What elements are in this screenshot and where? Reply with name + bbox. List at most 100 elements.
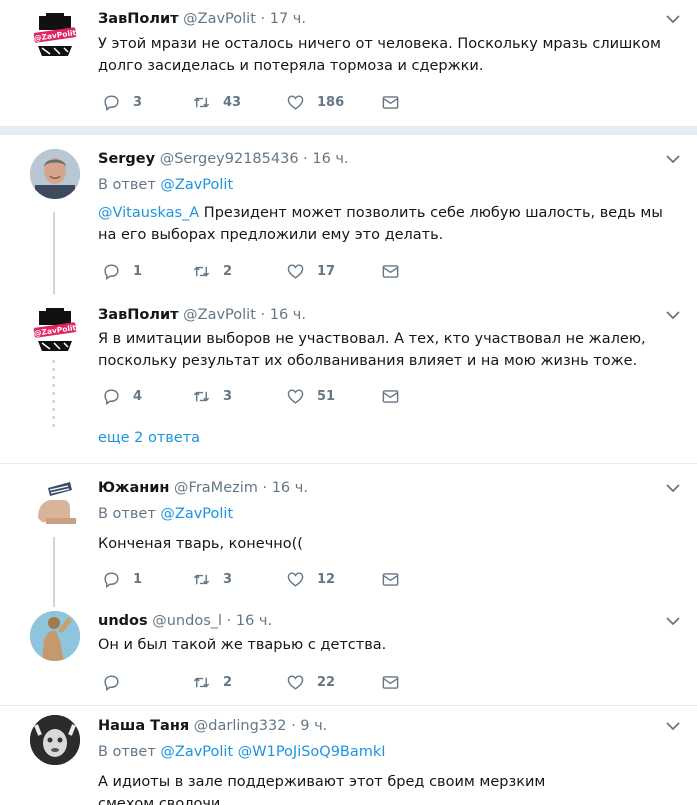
retweet-icon [193, 677, 210, 687]
tweet-header: ЗавПолит @ZavPolit · 16 ч. [98, 305, 306, 325]
show-more-replies-link[interactable]: еще 2 ответа [98, 428, 200, 448]
chevron-down-icon[interactable] [666, 310, 680, 320]
reply-icon [104, 94, 119, 111]
user-handle[interactable]: @ZavPolit [183, 11, 256, 27]
thread-more-dots [51, 360, 57, 432]
user-handle[interactable]: @Sergey92185436 [160, 151, 299, 167]
like-button[interactable]: 51 [286, 386, 335, 406]
like-button[interactable]: 12 [286, 569, 335, 589]
reply-button[interactable]: 1 [102, 261, 142, 281]
reply-to-link[interactable]: @ZavPolit [160, 506, 233, 522]
reply-context: В ответ @ZavPolit [98, 175, 233, 195]
envelope-icon [382, 389, 399, 403]
user-name[interactable]: undos [98, 613, 148, 629]
chevron-down-icon[interactable] [666, 616, 680, 626]
reply-button[interactable]: 1 [102, 569, 142, 589]
avatar[interactable]: @ZavPolit [30, 10, 80, 60]
reply-icon [104, 674, 119, 691]
like-count: 12 [317, 571, 336, 587]
thread-line [53, 537, 55, 607]
like-count: 51 [317, 388, 336, 404]
reply-count: 4 [133, 388, 143, 404]
dot-separator: · [262, 480, 268, 496]
timestamp[interactable]: 17 ч. [270, 11, 306, 27]
tweet-header: Sergey @Sergey92185436 · 16 ч. [98, 149, 349, 169]
tweet-actions: 3 43 186 [98, 92, 418, 112]
timestamp[interactable]: 16 ч. [312, 151, 348, 167]
reply-button[interactable]: 3 [102, 92, 142, 112]
reply-icon [104, 388, 119, 405]
user-handle[interactable]: @undos_l [152, 613, 222, 629]
timestamp[interactable]: 16 ч. [270, 307, 306, 323]
chevron-down-icon[interactable] [666, 483, 680, 493]
reply-icon [104, 571, 119, 588]
reply-count: 1 [133, 263, 143, 279]
user-handle[interactable]: @ZavPolit [183, 307, 256, 323]
tweet-actions: 1 2 17 [98, 261, 418, 281]
chevron-down-icon[interactable] [666, 721, 680, 731]
user-handle[interactable]: @darling332 [194, 718, 287, 734]
tweet-text: А идиоты в зале поддерживают этот бред с… [98, 774, 546, 805]
user-name[interactable]: ЗавПолит [98, 11, 179, 27]
reply-prefix: В ответ [98, 177, 156, 193]
tweet-header: ЗавПолит @ZavPolit · 17 ч. [98, 9, 306, 29]
retweet-button[interactable]: 2 [192, 261, 232, 281]
timestamp[interactable]: 16 ч. [236, 613, 272, 629]
retweet-button[interactable]: 3 [192, 386, 232, 406]
like-count: 186 [317, 94, 345, 110]
reply-button[interactable] [102, 672, 133, 692]
user-name[interactable]: Южанин [98, 480, 169, 496]
avatar[interactable] [30, 611, 80, 661]
dm-button[interactable] [381, 261, 400, 281]
dm-button[interactable] [381, 92, 400, 112]
tweet-actions: 2 22 [98, 672, 418, 692]
like-count: 22 [317, 674, 336, 690]
envelope-icon [382, 264, 399, 278]
dm-button[interactable] [381, 672, 400, 692]
like-button[interactable]: 22 [286, 672, 335, 692]
timestamp[interactable]: 9 ч. [300, 718, 327, 734]
reply-to-link[interactable]: @ZavPolit @W1PoJiSoQ9BamkI [160, 744, 385, 760]
envelope-icon [382, 95, 399, 109]
retweet-count: 2 [223, 263, 233, 279]
divider [0, 705, 697, 706]
retweet-icon [193, 574, 210, 584]
retweet-count: 3 [223, 571, 233, 587]
reply-to-link[interactable]: @ZavPolit [160, 177, 233, 193]
dm-button[interactable] [381, 386, 400, 406]
like-count: 17 [317, 263, 336, 279]
dm-button[interactable] [381, 569, 400, 589]
avatar[interactable]: @ZavPolit [30, 305, 80, 355]
heart-icon [287, 674, 304, 690]
retweet-button[interactable]: 2 [192, 672, 232, 692]
avatar[interactable] [30, 715, 80, 765]
reply-count: 3 [133, 94, 143, 110]
user-name[interactable]: Sergey [98, 151, 155, 167]
avatar[interactable] [30, 149, 80, 199]
dot-separator: · [260, 307, 266, 323]
chevron-down-icon[interactable] [666, 154, 680, 164]
user-name[interactable]: Наша Таня [98, 718, 189, 734]
envelope-icon [382, 572, 399, 586]
tweet-header: Наша Таня @darling332 · 9 ч. [98, 716, 327, 736]
tweet-header: undos @undos_l · 16 ч. [98, 611, 272, 631]
timestamp[interactable]: 16 ч. [272, 480, 308, 496]
tweet-text: Он и был такой же тварью с детства. [98, 637, 387, 653]
dot-separator: · [260, 11, 266, 27]
like-button[interactable]: 17 [286, 261, 335, 281]
mention-link[interactable]: @Vitauskas_A [98, 205, 199, 221]
reply-count: 1 [133, 571, 143, 587]
retweet-button[interactable]: 3 [192, 569, 232, 589]
reply-icon [104, 263, 119, 280]
tweet-actions: 4 3 51 [98, 386, 418, 406]
chevron-down-icon[interactable] [666, 14, 680, 24]
reply-button[interactable]: 4 [102, 386, 142, 406]
retweet-button[interactable]: 43 [192, 92, 241, 112]
heart-icon [287, 263, 304, 279]
like-button[interactable]: 186 [286, 92, 344, 112]
user-name[interactable]: ЗавПолит [98, 307, 179, 323]
avatar[interactable] [30, 478, 80, 528]
retweet-icon [193, 391, 210, 401]
dot-separator: · [303, 151, 308, 167]
user-handle[interactable]: @FraMezim [174, 480, 258, 496]
